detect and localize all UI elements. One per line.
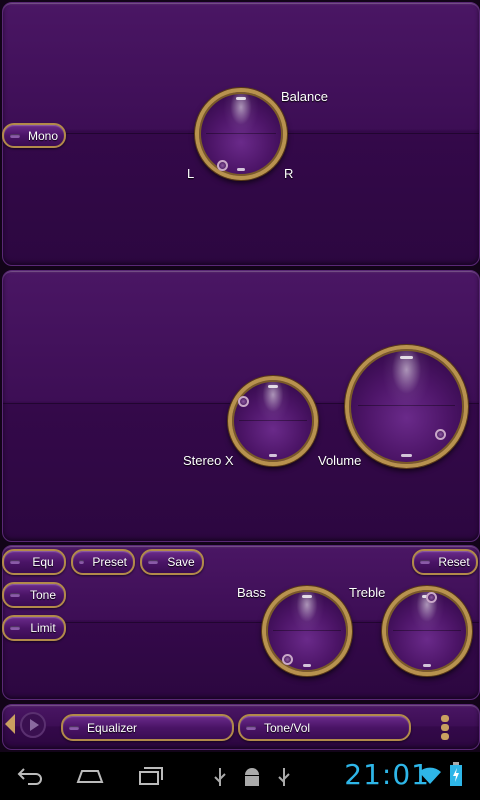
- save-button[interactable]: Save: [140, 549, 204, 575]
- limit-toggle-button[interactable]: Limit: [2, 615, 66, 641]
- volume-knob[interactable]: [345, 345, 468, 468]
- tab-tone-vol[interactable]: Tone/Vol: [238, 714, 411, 741]
- stereo-x-knob[interactable]: [228, 376, 318, 466]
- battery-icon: [450, 762, 462, 786]
- treble-label: Treble: [349, 585, 386, 600]
- mono-led: [10, 133, 20, 138]
- system-bar: 21:01: [0, 752, 480, 800]
- balance-right-label: R: [284, 166, 294, 181]
- stereo-x-label: Stereo X: [183, 453, 234, 468]
- stereo-x-knob-indicator: [238, 396, 249, 407]
- usb-icon-2: [278, 768, 290, 786]
- recent-apps-icon[interactable]: [138, 766, 164, 786]
- treble-knob[interactable]: [382, 586, 472, 676]
- volume-knob-indicator: [435, 429, 446, 440]
- mono-toggle-button[interactable]: Mono: [2, 123, 66, 148]
- bass-knob[interactable]: [262, 586, 352, 676]
- balance-left-label: L: [187, 166, 195, 181]
- usb-icon: [214, 768, 226, 786]
- tab-equalizer[interactable]: Equalizer: [61, 714, 234, 741]
- treble-knob-indicator: [426, 592, 437, 603]
- tone-toggle-button[interactable]: Tone: [2, 582, 66, 608]
- back-icon[interactable]: [16, 766, 44, 786]
- reset-button[interactable]: Reset: [412, 549, 478, 575]
- menu-dots-icon[interactable]: [441, 715, 451, 741]
- bass-label: Bass: [237, 585, 266, 600]
- volume-label: Volume: [318, 453, 362, 468]
- wifi-icon: [419, 767, 441, 784]
- preset-button[interactable]: Preset: [71, 549, 135, 575]
- home-icon[interactable]: [76, 768, 104, 784]
- bass-knob-indicator: [282, 654, 293, 665]
- equ-toggle-button[interactable]: Equ: [2, 549, 66, 575]
- prev-arrow-icon[interactable]: [5, 714, 15, 734]
- android-debug-icon: [245, 768, 259, 786]
- play-icon[interactable]: [20, 712, 46, 738]
- balance-knob[interactable]: [195, 88, 287, 180]
- balance-knob-indicator: [217, 160, 228, 171]
- balance-label: Balance: [281, 89, 328, 104]
